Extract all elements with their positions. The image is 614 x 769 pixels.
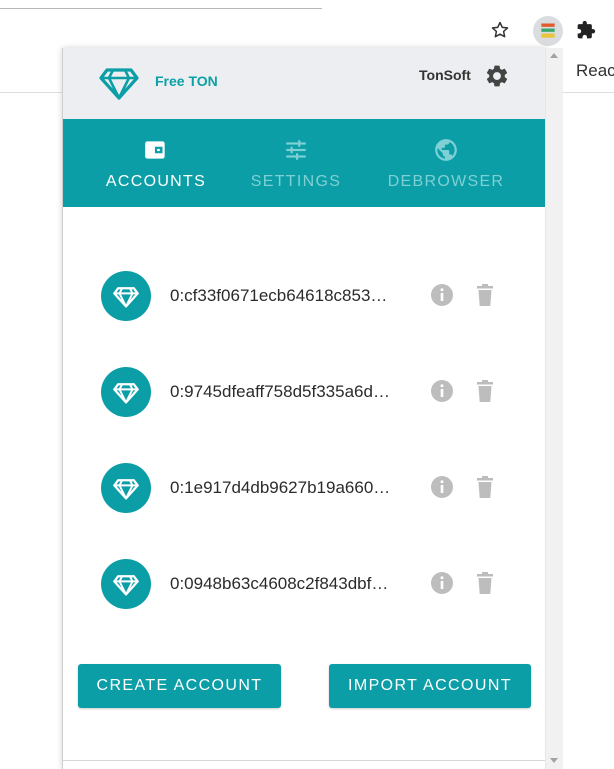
tab-accounts-label: ACCOUNTS bbox=[105, 173, 207, 190]
extension-popup: Free TON TonSoft ACCOUNTS SETTINGS DEBRO… bbox=[62, 48, 547, 769]
import-account-button[interactable]: IMPORT ACCOUNT bbox=[329, 664, 531, 708]
account-avatar bbox=[101, 463, 151, 513]
globe-icon bbox=[435, 139, 457, 161]
list-item[interactable]: 0:1e917d4db9627b19a660… bbox=[63, 463, 546, 523]
tab-settings[interactable]: SETTINGS bbox=[223, 119, 369, 207]
list-item[interactable]: 0:0948b63c4608c2f843dbf… bbox=[63, 559, 546, 619]
reading-list-label[interactable]: Reac bbox=[576, 61, 614, 81]
diamond-icon bbox=[113, 479, 139, 500]
account-avatar bbox=[101, 367, 151, 417]
account-avatar bbox=[101, 559, 151, 609]
accounts-list: 0:cf33f0671ecb64618c853… 0:9745dfeaff758… bbox=[63, 207, 546, 647]
info-icon[interactable] bbox=[430, 379, 454, 403]
tab-debrowser[interactable]: DEBROWSER bbox=[371, 119, 521, 207]
scroll-down-arrow-icon[interactable] bbox=[550, 758, 558, 763]
create-account-button[interactable]: CREATE ACCOUNT bbox=[78, 664, 281, 708]
info-icon[interactable] bbox=[430, 283, 454, 307]
tab-settings-label: SETTINGS bbox=[250, 173, 342, 190]
diamond-icon bbox=[113, 575, 139, 596]
trash-icon[interactable] bbox=[475, 475, 495, 499]
trash-icon[interactable] bbox=[475, 283, 495, 307]
brand-name: Free TON bbox=[155, 73, 218, 89]
diamond-icon bbox=[99, 68, 139, 100]
tab-debrowser-label: DEBROWSER bbox=[387, 173, 505, 190]
gear-icon[interactable] bbox=[484, 63, 510, 89]
wallet-icon bbox=[145, 141, 165, 159]
sliders-icon bbox=[286, 140, 306, 160]
tab-accounts[interactable]: ACCOUNTS bbox=[83, 119, 229, 207]
account-avatar bbox=[101, 271, 151, 321]
popup-scrollbar[interactable] bbox=[545, 48, 563, 769]
info-icon[interactable] bbox=[430, 475, 454, 499]
footer-divider bbox=[63, 760, 546, 761]
trash-icon[interactable] bbox=[475, 571, 495, 595]
popup-header: Free TON TonSoft bbox=[63, 48, 546, 119]
account-address[interactable]: 0:0948b63c4608c2f843dbf… bbox=[170, 574, 388, 594]
star-icon[interactable] bbox=[488, 18, 512, 42]
network-name: TonSoft bbox=[419, 67, 471, 83]
account-address[interactable]: 0:cf33f0671ecb64618c853… bbox=[170, 286, 387, 306]
list-item[interactable]: 0:cf33f0671ecb64618c853… bbox=[63, 271, 546, 331]
toolbar-divider-mask bbox=[322, 0, 614, 9]
account-address[interactable]: 0:9745dfeaff758d5f335a6d… bbox=[170, 382, 390, 402]
account-address[interactable]: 0:1e917d4db9627b19a660… bbox=[170, 478, 390, 498]
diamond-icon bbox=[113, 383, 139, 404]
diamond-icon bbox=[113, 287, 139, 308]
info-icon[interactable] bbox=[430, 571, 454, 595]
trash-icon[interactable] bbox=[475, 379, 495, 403]
puzzle-icon[interactable] bbox=[574, 18, 598, 42]
tab-bar: ACCOUNTS SETTINGS DEBROWSER bbox=[63, 119, 546, 277]
list-item[interactable]: 0:9745dfeaff758d5f335a6d… bbox=[63, 367, 546, 427]
scroll-up-arrow-icon[interactable] bbox=[550, 53, 558, 58]
extension-active-icon[interactable] bbox=[533, 16, 563, 46]
